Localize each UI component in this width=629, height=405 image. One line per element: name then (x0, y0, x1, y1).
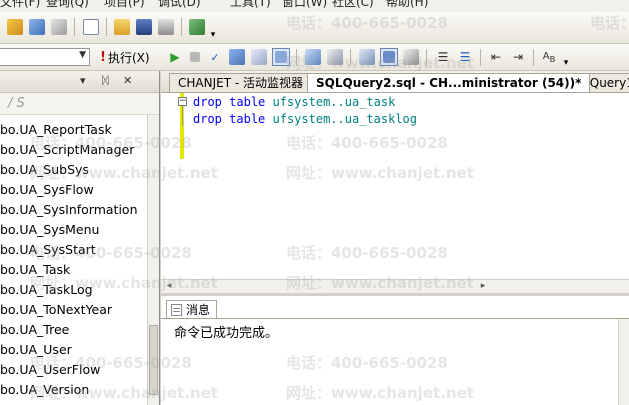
results-to-text-icon[interactable] (358, 48, 376, 66)
chevron-down-icon: ▼ (79, 50, 86, 60)
execute-button[interactable]: ! 执行(X) (100, 48, 150, 66)
tree-item[interactable]: bo.UA_ToNextYear (0, 300, 112, 320)
menu-bar: 文件(F) 查询(Q) 项目(P) 调试(D) 工具(T) 窗口(W) 社区(C… (0, 0, 629, 12)
stop-icon[interactable] (186, 48, 204, 66)
object-explorer-panel: ▾ ᛞ ✕ / S bo.UA_ReportTask bo.UA_ScriptM… (0, 71, 160, 405)
tree-item[interactable]: bo.UA_SubSys (0, 160, 89, 180)
result-message: 命令已成功完成。 (174, 326, 279, 341)
tab-messages[interactable]: 消息 (166, 300, 218, 318)
code-line: drop table ufsystem..ua_task (193, 95, 396, 109)
menu-item-community[interactable]: 社区(C) (332, 0, 374, 10)
collapse-icon[interactable]: − (178, 97, 187, 106)
print-icon[interactable] (157, 18, 175, 36)
tree-item[interactable]: bo.UA_SysInformation (0, 200, 138, 220)
display-plan-icon[interactable] (228, 48, 246, 66)
pin-icon[interactable]: ᛞ (102, 74, 109, 87)
menu-item-project[interactable]: 项目(P) (104, 0, 145, 10)
code-line: drop table ufsystem..ua_tasklog (193, 112, 417, 126)
editor-horizontal-scrollbar[interactable]: ◂ ▸ (161, 279, 629, 293)
tree-item[interactable]: bo.UA_SysFlow (0, 180, 94, 200)
increase-indent-icon[interactable]: ⇥ (509, 48, 527, 66)
comment-lines-icon[interactable]: ☰ (434, 48, 452, 66)
menu-item-query[interactable]: 查询(Q) (46, 0, 89, 10)
tab-sqlquery2[interactable]: SQLQuery2.sql - CH...ministrator (54))* (307, 73, 591, 92)
properties-icon[interactable] (50, 18, 68, 36)
toolbar-overflow-icon-2[interactable]: ▾ (561, 54, 571, 70)
database-select[interactable]: ▼ (0, 48, 90, 66)
tree-item[interactable]: bo.UA_TaskLog (0, 280, 93, 300)
tree-item[interactable]: bo.UA_Version (0, 380, 89, 400)
specify-values-icon[interactable]: AB (540, 48, 558, 66)
tab-activity-monitor[interactable]: CHANJET - 活动监视器 (169, 73, 312, 92)
menu-item-tools[interactable]: 工具(T) (230, 0, 271, 10)
tree-item[interactable]: bo.UA_Task (0, 260, 70, 280)
sql-editor-toolbar: ▼ ! 执行(X) ▶ ✓ ☰ ☰ ⇤ ⇥ AB ▾ (0, 44, 629, 71)
tree-item[interactable]: bo.UA_ReportTask (0, 120, 112, 140)
uncomment-lines-icon[interactable]: ☰ (456, 48, 474, 66)
outline-guide (182, 106, 183, 126)
client-stats-icon[interactable] (326, 48, 344, 66)
tree-item[interactable]: bo.UA_SysStart (0, 240, 96, 260)
results-scrollbar[interactable] (618, 319, 629, 405)
decrease-indent-icon[interactable]: ⇤ (487, 48, 505, 66)
object-explorer-toolbar: / S (0, 93, 159, 115)
tree-item[interactable]: bo.UA_SysMenu (0, 220, 99, 240)
menu-item-file[interactable]: 文件(F) (0, 0, 40, 10)
messages-tab-label: 消息 (186, 303, 211, 317)
scroll-left-icon[interactable]: ◂ (163, 281, 175, 292)
close-icon[interactable]: ✕ (123, 74, 132, 87)
open-folder-icon[interactable] (113, 18, 131, 36)
execute-label: 执行(X) (107, 50, 150, 65)
messages-icon (171, 303, 182, 316)
object-explorer-header: ▾ ᛞ ✕ (0, 71, 159, 93)
execute-icon: ! (100, 49, 106, 65)
menu-item-help[interactable]: 帮助(H) (386, 0, 428, 10)
new-query-icon[interactable] (82, 18, 100, 36)
document-tabs: CHANJET - 活动监视器 SQLQuery2.sql - CH...min… (161, 71, 629, 93)
activity-monitor-icon[interactable] (188, 18, 206, 36)
tree-item[interactable]: bo.UA_UserFlow (0, 360, 100, 380)
object-explorer-scrollbar[interactable] (147, 115, 159, 405)
parse-check-icon[interactable]: ✓ (206, 48, 224, 66)
filter-icon[interactable]: / S (8, 96, 25, 111)
results-pane: 消息 命令已成功完成。 (161, 293, 629, 405)
menu-item-window[interactable]: 窗口(W) (282, 0, 327, 10)
template-explorer-icon[interactable] (28, 18, 46, 36)
tree-item[interactable]: bo.UA_User (0, 340, 72, 360)
standard-toolbar: ▾ (0, 12, 629, 44)
panel-dropdown-icon[interactable]: ▾ (80, 74, 86, 87)
menu-item-debug[interactable]: 调试(D) (158, 0, 201, 10)
query-designer-icon[interactable] (250, 48, 268, 66)
results-to-file-icon[interactable] (402, 48, 420, 66)
tree-item[interactable]: bo.UA_Tree (0, 320, 69, 340)
toolbar-overflow-icon[interactable]: ▾ (208, 26, 218, 43)
save-icon[interactable] (135, 18, 153, 36)
sql-editor[interactable]: − drop table ufsystem..ua_task drop tabl… (161, 93, 629, 287)
scroll-right-icon[interactable]: ▸ (477, 281, 489, 292)
scroll-thumb[interactable] (149, 325, 158, 395)
results-to-grid-icon[interactable] (272, 48, 290, 66)
object-explorer-icon[interactable] (6, 18, 24, 36)
debug-play-icon[interactable]: ▶ (166, 48, 184, 66)
include-plan-icon[interactable] (304, 48, 322, 66)
tree-item[interactable]: bo.UA_ScriptManager (0, 140, 134, 160)
results-grid-toggle-icon[interactable] (380, 48, 398, 66)
